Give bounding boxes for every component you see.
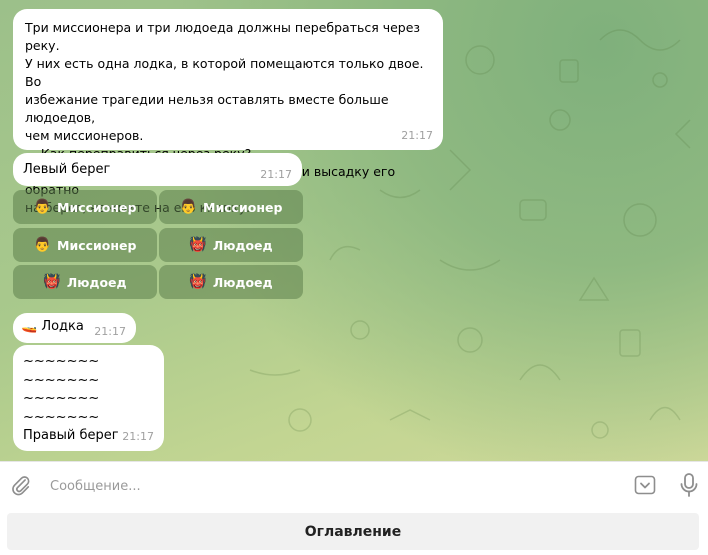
cannibal-button[interactable]: 👹 Людоед <box>13 265 157 299</box>
missionary-button[interactable]: 👨 Миссионер <box>13 190 157 224</box>
missionary-icon: 👨 <box>33 199 51 215</box>
paperclip-icon[interactable] <box>10 474 32 496</box>
missionary-button[interactable]: 👨 Миссионер <box>13 228 157 262</box>
cannibal-button[interactable]: 👹 Людоед <box>159 265 303 299</box>
button-label: Миссионер <box>57 237 137 253</box>
ogre-icon: 👹 <box>43 274 61 290</box>
message-time: 21:17 <box>122 429 154 443</box>
button-label: Миссионер <box>57 199 137 215</box>
intro-line-1: Три миссионера и три людоеда должны пере… <box>25 20 425 53</box>
button-label: Миссионер <box>203 199 283 215</box>
intro-line-3: избежание трагедии нельзя оставлять вмес… <box>25 92 393 125</box>
missionary-icon: 👨 <box>33 237 51 253</box>
ogre-icon: 👹 <box>189 237 207 253</box>
table-of-contents-label: Оглавление <box>304 523 402 540</box>
message-time: 21:17 <box>94 325 126 338</box>
button-label: Людоед <box>212 237 273 253</box>
button-label: Людоед <box>66 274 127 290</box>
river-waves: ~~~~~~~ <box>23 409 100 425</box>
message-input[interactable] <box>48 473 612 499</box>
boat-label: Лодка <box>41 319 84 334</box>
microphone-icon[interactable] <box>678 472 700 498</box>
right-bank-message: ~~~~~~~ ~~~~~~~ ~~~~~~~ ~~~~~~~ Правый б… <box>13 345 164 451</box>
ogre-icon: 👹 <box>189 274 207 290</box>
message-time: 21:17 <box>260 168 292 181</box>
intro-message: Три миссионера и три людоеда должны пере… <box>13 9 443 215</box>
boat-message: 🚤 Лодка 21:17 <box>13 313 136 343</box>
button-label: Людоед <box>212 274 273 290</box>
missionary-button[interactable]: 👨 Миссионер <box>159 190 303 224</box>
table-of-contents-button[interactable]: Оглавление <box>7 513 699 550</box>
intro-line-2: У них есть одна лодка, в которой помещаю… <box>25 56 428 89</box>
chat-area: Три миссионера и три людоеда должны пере… <box>0 0 708 461</box>
river-waves: ~~~~~~~ <box>23 372 100 388</box>
missionary-icon: 👨 <box>179 199 197 215</box>
message-composer <box>0 461 708 508</box>
left-bank-message: Левый берег 21:17 <box>13 153 302 186</box>
left-bank-label: Левый берег <box>23 162 111 177</box>
cannibal-button[interactable]: 👹 Людоед <box>159 228 303 262</box>
boat-icon: 🚤 <box>21 319 38 334</box>
river-waves: ~~~~~~~ <box>23 354 100 369</box>
intro-line-4: чем миссионеров. <box>25 128 144 143</box>
bot-keyboard-toggle-icon[interactable] <box>633 473 657 497</box>
message-time: 21:17 <box>401 129 433 142</box>
river-waves: ~~~~~~~ <box>23 391 100 406</box>
